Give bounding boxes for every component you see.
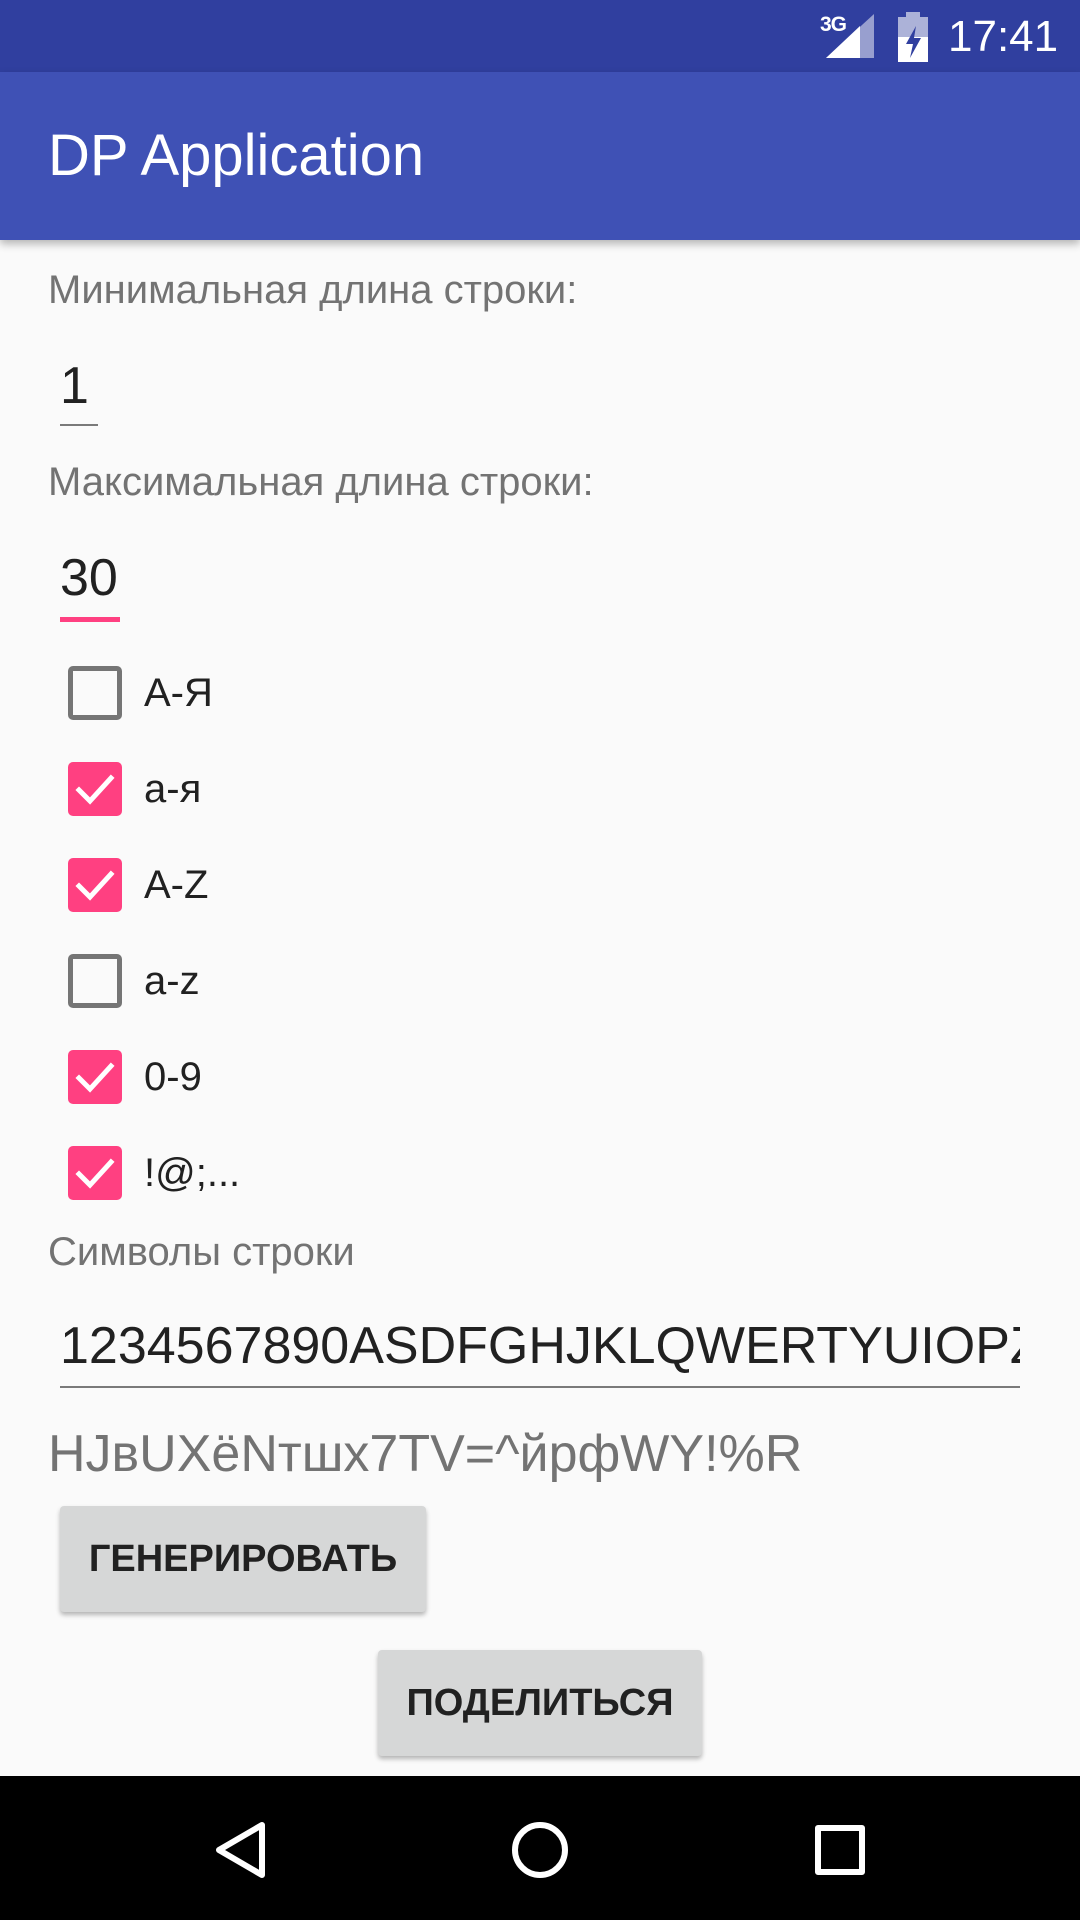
checkbox-label: а-я — [144, 767, 202, 811]
checkbox-unchecked-icon — [68, 666, 122, 720]
checkbox-label: !@;... — [144, 1151, 241, 1195]
chars-label: Символы строки — [48, 1230, 355, 1274]
navigation-bar — [0, 1776, 1080, 1920]
chars-underline — [60, 1386, 1020, 1388]
recents-icon[interactable] — [814, 1824, 866, 1876]
home-icon[interactable] — [510, 1820, 570, 1880]
app-bar: DP Application — [0, 72, 1080, 240]
min-length-label: Минимальная длина строки: — [48, 268, 578, 312]
checkbox-label: A-Z — [144, 863, 209, 907]
back-icon[interactable] — [212, 1820, 268, 1880]
max-length-input[interactable]: 30 — [60, 548, 118, 608]
signal-icon — [826, 14, 874, 58]
checkbox-checked-icon — [68, 858, 122, 912]
min-length-input[interactable]: 1 — [60, 356, 89, 416]
app-title: DP Application — [48, 123, 425, 188]
status-bar: 3G 17:41 — [0, 0, 1080, 72]
generate-button[interactable]: ГЕНЕРИРОВАТЬ — [60, 1506, 426, 1612]
chars-input[interactable]: 1234567890ASDFGHJKLQWERTYUIOPZXCVBNM — [60, 1316, 1020, 1376]
min-length-underline — [60, 424, 98, 426]
checkbox-label: a-z — [144, 959, 200, 1003]
battery-charging-icon — [898, 12, 928, 62]
checkbox-checked-icon — [68, 1146, 122, 1200]
status-time: 17:41 — [948, 12, 1059, 61]
checkbox-checked-icon — [68, 762, 122, 816]
checkbox-label: А-Я — [144, 671, 213, 715]
checkbox-label: 0-9 — [144, 1055, 202, 1099]
checkbox-unchecked-icon — [68, 954, 122, 1008]
share-button[interactable]: ПОДЕЛИТЬСЯ — [378, 1650, 702, 1756]
generated-result: HJвUXёNтшх7TV=^йрфWY!%R — [48, 1425, 803, 1483]
max-length-underline-focused — [60, 617, 120, 622]
checkbox-checked-icon — [68, 1050, 122, 1104]
max-length-label: Максимальная длина строки: — [48, 460, 594, 504]
